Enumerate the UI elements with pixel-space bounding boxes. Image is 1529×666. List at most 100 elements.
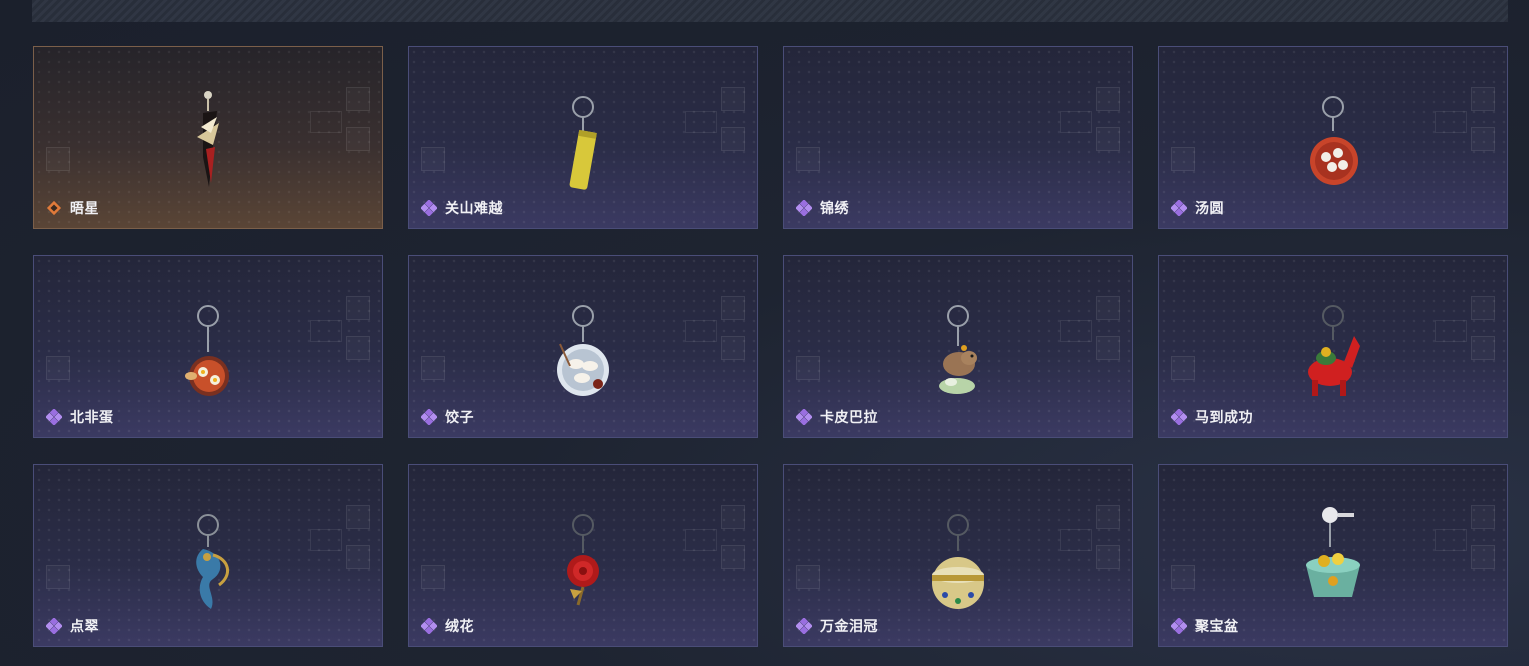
charm-card[interactable]: 点翠 <box>33 464 383 647</box>
card-deco <box>1435 320 1467 342</box>
card-deco <box>685 111 717 133</box>
charm-name: 马到成功 <box>1195 409 1253 425</box>
card-deco <box>685 529 717 551</box>
rare-rarity-icon <box>421 618 437 634</box>
charm-name: 锦绣 <box>820 200 849 216</box>
charm-name: 关山难越 <box>445 200 503 216</box>
charm-name: 点翠 <box>70 618 99 634</box>
card-deco <box>1471 296 1495 320</box>
dumpling-plate-charm-icon <box>557 305 609 396</box>
charm-label: 饺子 <box>421 407 474 427</box>
rare-rarity-icon <box>796 409 812 425</box>
charm-grid: 晤星 关山难越 锦绣 汤圆 北非蛋 饺子 卡皮巴拉 马到成功 点翠 绒花 万金泪… <box>33 46 1508 647</box>
rare-rarity-icon <box>421 200 437 216</box>
charm-card[interactable]: 北非蛋 <box>33 255 383 438</box>
rare-rarity-icon <box>1171 200 1187 216</box>
card-deco <box>721 505 745 529</box>
charm-label: 晤星 <box>46 198 99 218</box>
card-deco <box>796 356 820 380</box>
charm-label: 点翠 <box>46 616 99 636</box>
capybara-charm-icon <box>939 305 977 394</box>
card-deco <box>421 356 445 380</box>
card-deco <box>721 545 745 569</box>
charm-card[interactable]: 晤星 <box>33 46 383 229</box>
card-deco <box>1060 111 1092 133</box>
dagger-charm-icon <box>197 91 219 187</box>
card-deco <box>721 127 745 151</box>
rare-rarity-icon <box>46 409 62 425</box>
card-deco <box>1096 296 1120 320</box>
red-horse-charm-icon <box>1308 305 1360 396</box>
card-deco <box>346 296 370 320</box>
rose-charm-icon <box>567 514 599 606</box>
charm-card[interactable]: 卡皮巴拉 <box>783 255 1133 438</box>
rare-rarity-icon <box>421 409 437 425</box>
card-deco <box>421 565 445 589</box>
charm-card[interactable]: 锦绣 <box>783 46 1133 229</box>
jeweled-egg-charm-icon <box>932 514 984 609</box>
legendary-rarity-icon <box>46 200 62 216</box>
card-deco <box>721 87 745 111</box>
charm-card[interactable]: 关山难越 <box>408 46 758 229</box>
card-deco <box>796 565 820 589</box>
can-charm-icon <box>569 96 597 190</box>
charm-card[interactable]: 聚宝盆 <box>1158 464 1508 647</box>
card-deco <box>1096 87 1120 111</box>
charm-name: 万金泪冠 <box>820 618 878 634</box>
charm-label: 北非蛋 <box>46 407 114 427</box>
charm-card[interactable]: 万金泪冠 <box>783 464 1133 647</box>
charm-card[interactable]: 绒花 <box>408 464 758 647</box>
rare-rarity-icon <box>796 618 812 634</box>
card-deco <box>1171 356 1195 380</box>
card-deco <box>1096 505 1120 529</box>
card-deco <box>721 296 745 320</box>
card-deco <box>1471 87 1495 111</box>
card-deco <box>1471 505 1495 529</box>
rare-rarity-icon <box>796 200 812 216</box>
charm-name: 晤星 <box>70 200 99 216</box>
card-deco <box>1471 336 1495 360</box>
card-deco <box>346 87 370 111</box>
charm-name: 绒花 <box>445 618 474 634</box>
card-deco <box>46 565 70 589</box>
shakshuka-pan-charm-icon <box>185 305 229 396</box>
card-deco <box>1096 127 1120 151</box>
card-deco <box>1471 127 1495 151</box>
charm-label: 马到成功 <box>1171 407 1253 427</box>
card-deco <box>346 127 370 151</box>
card-deco <box>346 545 370 569</box>
card-deco <box>46 147 70 171</box>
rare-rarity-icon <box>46 618 62 634</box>
card-deco <box>346 336 370 360</box>
rare-rarity-icon <box>1171 409 1187 425</box>
charm-label: 锦绣 <box>796 198 849 218</box>
charm-label: 万金泪冠 <box>796 616 878 636</box>
card-deco <box>1096 336 1120 360</box>
card-deco <box>1435 529 1467 551</box>
section-header-bar <box>32 0 1508 22</box>
card-deco <box>1060 320 1092 342</box>
phoenix-charm-icon <box>196 514 229 609</box>
treasure-bowl-charm-icon <box>1306 507 1360 597</box>
charm-label: 聚宝盆 <box>1171 616 1239 636</box>
card-deco <box>1171 565 1195 589</box>
charm-name: 北非蛋 <box>70 409 114 425</box>
charm-label: 关山难越 <box>421 198 503 218</box>
charm-label: 汤圆 <box>1171 198 1224 218</box>
card-deco <box>310 529 342 551</box>
charm-name: 聚宝盆 <box>1195 618 1239 634</box>
card-deco <box>46 356 70 380</box>
charm-label: 绒花 <box>421 616 474 636</box>
card-deco <box>721 336 745 360</box>
card-deco <box>1096 545 1120 569</box>
charm-card[interactable]: 汤圆 <box>1158 46 1508 229</box>
card-deco <box>421 147 445 171</box>
tangyuan-bowl-charm-icon <box>1310 96 1358 185</box>
card-deco <box>346 505 370 529</box>
rare-rarity-icon <box>1171 618 1187 634</box>
card-deco <box>1171 147 1195 171</box>
card-deco <box>1471 545 1495 569</box>
charm-card[interactable]: 马到成功 <box>1158 255 1508 438</box>
charm-card[interactable]: 饺子 <box>408 255 758 438</box>
card-deco <box>796 147 820 171</box>
